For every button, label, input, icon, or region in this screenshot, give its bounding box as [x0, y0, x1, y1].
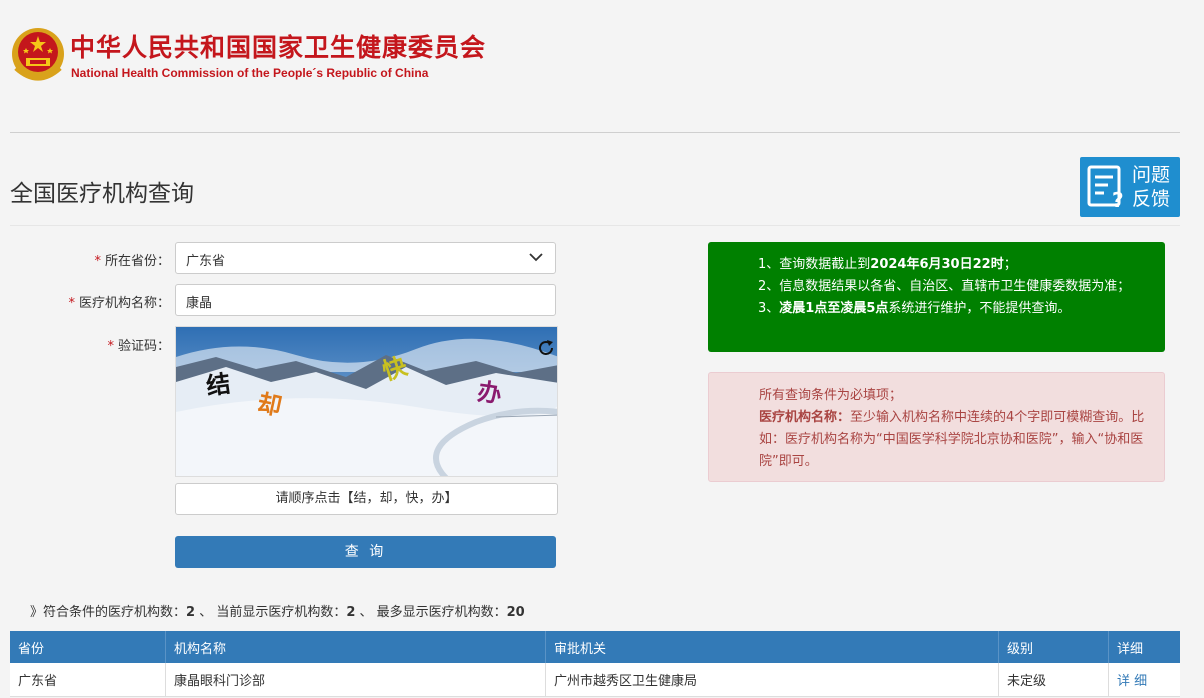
province-select[interactable]: 广东省 — [175, 242, 556, 274]
site-header: 中华人民共和国国家卫生健康委员会 National Health Commiss… — [10, 24, 610, 88]
cell-authority: 广州市越秀区卫生健康局 — [546, 663, 999, 696]
captcha-image[interactable]: 结 却 快 办 — [175, 326, 558, 477]
table-header: 省份 机构名称 审批机关 级别 详细 — [10, 631, 1180, 663]
chevron-down-icon — [529, 253, 543, 262]
results-table: 省份 机构名称 审批机关 级别 详细 广东省 康晶眼科门诊部 广州市越秀区卫生健… — [10, 631, 1180, 697]
cell-level: 未定级 — [999, 663, 1109, 696]
max-count: 20 — [506, 605, 525, 620]
feedback-label-1: 问题 — [1132, 164, 1171, 186]
header-authority: 审批机关 — [546, 631, 999, 663]
national-emblem-icon — [12, 28, 64, 81]
institution-name-label: * 医疗机构名称： — [68, 296, 170, 311]
feedback-button[interactable]: ? 问题 反馈 — [1080, 157, 1180, 217]
data-notice: 1、查询数据截止到2024年6月30日22时； 2、信息数据结果以各省、自治区、… — [708, 242, 1165, 352]
result-summary: 》符合条件的医疗机构数：2 、 当前显示医疗机构数：2 、 最多显示医疗机构数：… — [30, 605, 525, 620]
header-institution: 机构名称 — [166, 631, 546, 663]
site-title-cn: 中华人民共和国国家卫生健康委员会 — [70, 33, 487, 62]
header-divider — [10, 132, 1180, 133]
cell-institution: 康晶眼科门诊部 — [166, 663, 546, 696]
page-title: 全国医疗机构查询 — [10, 181, 194, 207]
refresh-icon[interactable] — [536, 338, 556, 358]
institution-name-value: 康晶 — [186, 296, 213, 311]
query-button[interactable]: 查 询 — [175, 536, 556, 568]
feedback-icon: ? — [1087, 165, 1124, 211]
captcha-instruction: 请顺序点击【结，却，快，办】 — [175, 483, 558, 515]
province-select-value: 广东省 — [186, 254, 226, 269]
site-title-en: National Health Commission of the People… — [71, 66, 429, 80]
captcha-label: * 验证码： — [107, 339, 170, 354]
query-rules-notice: 所有查询条件为必填项； 医疗机构名称：至少输入机构名称中连续的4个字即可模糊查询… — [708, 372, 1165, 482]
captcha-char-1[interactable]: 结 — [204, 364, 233, 402]
title-divider — [10, 225, 1180, 226]
table-row: 广东省 康晶眼科门诊部 广州市越秀区卫生健康局 未定级 详 细 — [10, 663, 1180, 697]
matched-count: 2 — [186, 605, 196, 620]
header-province: 省份 — [10, 631, 166, 663]
captcha-char-4[interactable]: 办 — [476, 372, 505, 410]
detail-link[interactable]: 详 细 — [1109, 663, 1180, 696]
cell-province: 广东省 — [10, 663, 166, 696]
province-label: * 所在省份： — [94, 254, 170, 269]
feedback-label-2: 反馈 — [1132, 188, 1171, 210]
header-detail: 详细 — [1117, 641, 1144, 657]
header-level: 级别 — [999, 631, 1109, 663]
captcha-background — [176, 327, 557, 476]
institution-name-input[interactable]: 康晶 — [175, 284, 556, 316]
svg-text:?: ? — [1112, 188, 1124, 211]
